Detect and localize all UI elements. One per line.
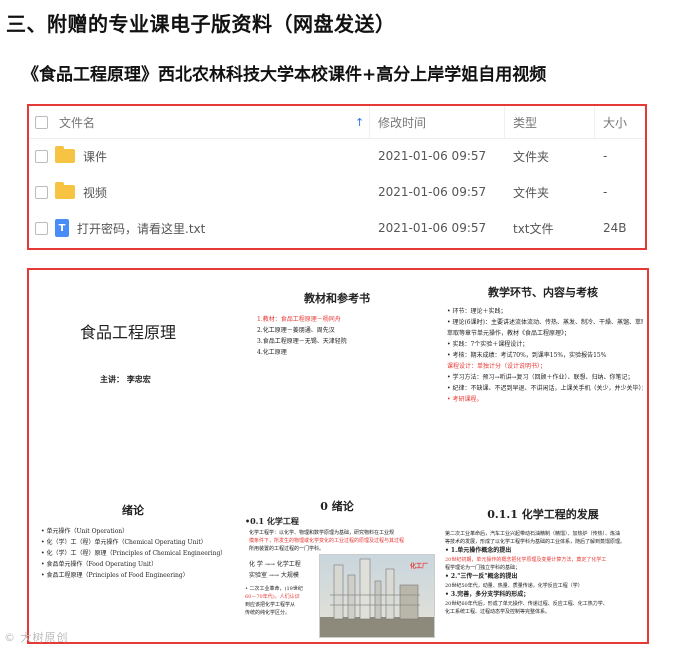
folder-icon	[55, 146, 75, 163]
slide-line: 等技术的发展，形成了以化学工程学科为基础的工业体系，随后了解到蒸馏原理。	[445, 539, 626, 545]
slide-line: 课程设计：单独计分（设计说明书）；	[447, 363, 547, 370]
slide-line: 3.食品工程原理－无锡、天津轻院	[257, 338, 347, 345]
slide-line: • 单元操作（Unit Operation）	[41, 528, 129, 535]
slide-line: • 学习方法：预习→听讲→复习（回顾＋作业）、联想、归纳、你笔记；	[447, 374, 634, 381]
slide-chemical-engineering: 0 绪论 •0.1 化学工程 化学工程学：以化学、物理和数学原理为基础，研究物料…	[239, 470, 435, 640]
slide-line: • 纪律：不缺课、不迟到早退、不讲闲话，上课关手机（关少，并少关毕）；	[447, 385, 643, 392]
folder-icon	[55, 182, 75, 199]
slide-line: • 环节：理论＋实践；	[447, 308, 507, 315]
slide-heading: 0 绪论	[320, 500, 354, 513]
file-type: txt文件	[513, 221, 554, 236]
watermark: © 大树原创	[4, 631, 69, 644]
modified-time: 2021-01-06 09:57	[378, 149, 487, 163]
slide-line: • 化（学）工（程）单元操作（Chemical Operating Unit）	[41, 539, 207, 546]
column-divider	[369, 106, 370, 138]
slide-line: • 食品单元操作（Food Operating Unit）	[41, 561, 158, 568]
slide-line: 萃取等章节单元操作，教材《食品工程原理》；	[447, 330, 571, 337]
row-checkbox[interactable]	[35, 149, 48, 163]
slide-line: 程学理论为一门独立学科的基础；	[445, 565, 521, 571]
slide-line: • 1.单元操作概念的提出	[445, 547, 512, 554]
slide-teaching-outline: 教学环节、内容与考核 • 环节：理论＋实践； • 理论(6课时)：主要讲述流体流…	[443, 276, 643, 462]
slide-line: • 考研课程。	[447, 396, 483, 403]
slide-line: • 3.完善，多分支学科的形成；	[445, 591, 530, 598]
slide-preview-panel: 食品工程原理 主讲： 李忠宏 教材和参考书 1.教材：食品工程原理－杨同舟 2.…	[27, 268, 649, 644]
file-size: -	[603, 185, 608, 199]
chemical-plant-photo: 化工厂	[319, 554, 435, 638]
slide-line: • 理论(6课时)：主要讲述流体流动、传热、蒸发、制冷、干燥、蒸馏、萃取等	[447, 319, 643, 326]
section-heading: 三、附赠的专业课电子版资料（网盘发送）	[6, 12, 396, 36]
file-row[interactable]: 课件 2021-01-06 09:57 文件夹 -	[29, 138, 645, 174]
txt-file-icon: T	[55, 219, 69, 237]
slide-title: 食品工程原理 主讲： 李忠宏	[35, 276, 231, 462]
file-name[interactable]: 视频	[83, 184, 107, 201]
column-size-header[interactable]: 大小	[603, 114, 627, 131]
slide-heading: 教材和参考书	[304, 292, 370, 305]
slide-line: 20世纪初期，单元操作的概念把化学原理及变量计算方法，奠定了化学工	[445, 557, 607, 563]
column-time-header[interactable]: 修改时间	[378, 114, 426, 131]
modified-time: 2021-01-06 09:57	[378, 221, 487, 235]
sort-ascending-icon[interactable]: ↑	[355, 116, 364, 129]
slide-line: • 实践：7个实验＋课程设计；	[447, 341, 529, 348]
file-name[interactable]: 打开密码，请看这里.txt	[77, 220, 205, 237]
course-heading: 《食品工程原理》西北农林科技大学本校课件+高分上岸学姐自用视频	[22, 65, 547, 85]
slide-textbooks: 教材和参考书 1.教材：食品工程原理－杨同舟 2.化工原理－姜朋通、周先汉 3.…	[239, 276, 435, 462]
file-list-panel: 文件名 ↑ 修改时间 类型 大小 课件 2021-01-06 09:57 文件夹…	[27, 104, 647, 250]
slide-chemical-engineering-history: 0.1.1 化学工程的发展 第二次工业革命后，汽车工业兴起带动石油精制（精馏）、…	[443, 470, 643, 640]
file-size: -	[603, 149, 608, 163]
column-divider	[504, 106, 505, 138]
file-row[interactable]: 视频 2021-01-06 09:57 文件夹 -	[29, 174, 645, 210]
column-type-header[interactable]: 类型	[513, 114, 537, 131]
photo-caption: 化工厂	[409, 563, 428, 570]
slide-line: 第二次工业革命后，汽车工业兴起带动石油精制（精馏）、加热炉（传热）、炼油	[445, 531, 621, 537]
slide-author: 主讲： 李忠宏	[100, 374, 151, 384]
slide-course-title: 食品工程原理	[80, 323, 177, 342]
slide-line: • 食品工程原理（Principles of Food Engineering）	[41, 572, 189, 579]
modified-time: 2021-01-06 09:57	[378, 185, 487, 199]
slide-line: 1.教材：食品工程原理－杨同舟	[257, 316, 341, 323]
slide-introduction: 绪论 • 单元操作（Unit Operation） • 化（学）工（程）单元操作…	[35, 470, 231, 640]
file-name[interactable]: 课件	[83, 148, 107, 165]
slide-heading: 绪论	[122, 504, 144, 517]
slide-line: 化工系统工程、过程动态学及控制等完整体系。	[445, 609, 551, 615]
slide-line: 4.化工原理	[257, 349, 287, 356]
slide-line: 模条件下，所发生的物理或化学变化的工业过程的原理及过程与其过程	[249, 538, 405, 544]
column-divider	[594, 106, 595, 138]
file-type: 文件夹	[513, 185, 550, 200]
slide-line: 化学工程学：以化学、物理和数学原理为基础，研究物料在工业规	[249, 530, 395, 536]
slide-heading: 0.1.1 化学工程的发展	[487, 508, 599, 521]
slide-line: 20世纪50年代，动量、热量、质量传递，化学反应工程（学）	[445, 583, 583, 589]
column-name-header[interactable]: 文件名	[59, 114, 95, 131]
slide-line: • 考核：期末成绩：考试70%，到课率15%，实验报告15%	[447, 352, 607, 359]
slide-line: • 2."三传一反"概念的提出	[445, 573, 518, 580]
row-checkbox[interactable]	[35, 185, 48, 199]
file-row[interactable]: T 打开密码，请看这里.txt 2021-01-06 09:57 txt文件 2…	[29, 210, 645, 246]
file-type: 文件夹	[513, 149, 550, 164]
slide-line: 2.化工原理－姜朋通、周先汉	[257, 327, 335, 334]
row-checkbox[interactable]	[35, 221, 48, 235]
select-all-checkbox[interactable]	[35, 115, 48, 129]
file-list-header: 文件名 ↑ 修改时间 类型 大小	[29, 106, 645, 139]
slide-line: 所用装置的工程过程的一门学科。	[249, 546, 325, 552]
file-size: 24B	[603, 221, 627, 235]
slide-heading: 教学环节、内容与考核	[488, 286, 598, 299]
slide-subheading: •0.1 化学工程	[245, 516, 299, 526]
slide-line: • 化（学）工（程）原理（Principles of Chemical Engi…	[41, 550, 227, 557]
slide-line: 20世纪60年代后，形成了单元操作、传递过程、反应工程、化工热力学、	[445, 601, 608, 607]
